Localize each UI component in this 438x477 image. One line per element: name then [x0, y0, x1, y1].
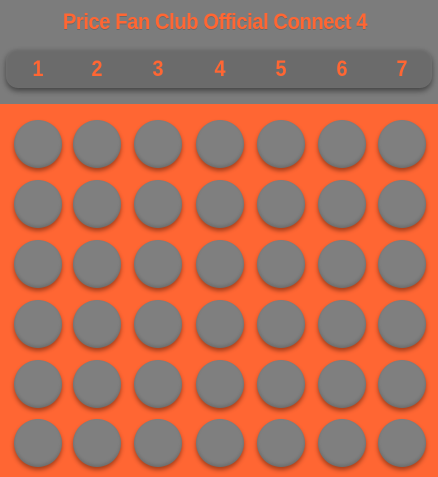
board-cell[interactable] [14, 180, 62, 228]
board-cell[interactable] [257, 419, 305, 467]
page-title: Price Fan Club Official Connect 4 [62, 9, 368, 34]
board-cell[interactable] [134, 360, 182, 408]
board-cell[interactable] [378, 240, 426, 288]
board-cell[interactable] [257, 120, 305, 168]
board-cell[interactable] [318, 180, 366, 228]
board-cell[interactable] [378, 120, 426, 168]
board-cell[interactable] [378, 180, 426, 228]
board-cell[interactable] [257, 180, 305, 228]
board-cell[interactable] [257, 360, 305, 408]
board-cell[interactable] [73, 360, 121, 408]
board-cell[interactable] [196, 360, 244, 408]
board-cell[interactable] [196, 300, 244, 348]
board-cell[interactable] [318, 120, 366, 168]
board-cell[interactable] [196, 180, 244, 228]
board-cell[interactable] [134, 300, 182, 348]
board-cell[interactable] [196, 240, 244, 288]
board-cell[interactable] [73, 240, 121, 288]
board-cell[interactable] [73, 120, 121, 168]
board-cell[interactable] [14, 419, 62, 467]
column-button-1[interactable]: 1 [20, 49, 56, 88]
column-button-7[interactable]: 7 [384, 49, 420, 88]
board-cell[interactable] [134, 419, 182, 467]
board-cell[interactable] [14, 120, 62, 168]
board-cell[interactable] [196, 120, 244, 168]
board-cell[interactable] [378, 300, 426, 348]
column-button-4[interactable]: 4 [202, 49, 238, 88]
column-button-6[interactable]: 6 [324, 49, 360, 88]
column-button-3[interactable]: 3 [140, 49, 176, 88]
board-cell[interactable] [14, 300, 62, 348]
header: Price Fan Club Official Connect 4 123456… [0, 0, 438, 104]
board-cell[interactable] [73, 300, 121, 348]
board-cell[interactable] [134, 240, 182, 288]
board-cell[interactable] [14, 240, 62, 288]
board-cell[interactable] [257, 300, 305, 348]
board-cell[interactable] [257, 240, 305, 288]
column-button-2[interactable]: 2 [79, 49, 115, 88]
board-cell[interactable] [318, 240, 366, 288]
board-cell[interactable] [378, 419, 426, 467]
board-cell[interactable] [134, 180, 182, 228]
board-cell[interactable] [196, 419, 244, 467]
board-cell[interactable] [318, 360, 366, 408]
connect-four-app: Price Fan Club Official Connect 4 123456… [0, 0, 438, 477]
board-cell[interactable] [134, 120, 182, 168]
column-button-5[interactable]: 5 [263, 49, 299, 88]
board-cell[interactable] [318, 419, 366, 467]
board-cell[interactable] [73, 180, 121, 228]
game-board [0, 104, 438, 477]
column-selector-bar: 1234567 [6, 49, 432, 88]
board-cell[interactable] [14, 360, 62, 408]
board-cell[interactable] [318, 300, 366, 348]
board-cell[interactable] [378, 360, 426, 408]
board-cell[interactable] [73, 419, 121, 467]
